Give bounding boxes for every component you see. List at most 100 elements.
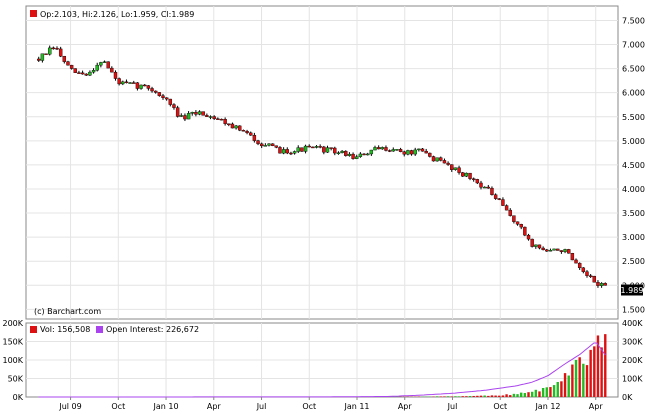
candle-body [132, 82, 136, 84]
open-interest-tick-label: 400K [622, 319, 643, 328]
candle-body [62, 55, 67, 62]
volume-bar [545, 387, 548, 397]
candle-body [88, 71, 92, 76]
candle-body [493, 194, 498, 199]
candle-body [581, 267, 586, 272]
x-axis: Jul 09 Oct Jan 10 Apr Jul Oct Jan 11 Apr Jul Oct J… [58, 397, 603, 411]
candle-body [523, 226, 527, 236]
volume-bar [534, 389, 538, 397]
volume-bar [494, 395, 497, 397]
candle-body [245, 131, 249, 134]
x-tick-label: Oct [302, 402, 316, 411]
x-tick-label: Jul 09 [58, 402, 81, 411]
candle-body [256, 140, 260, 145]
candle-body [340, 150, 344, 154]
volume-legend: Vol: 156,508 Open Interest: 226,672 [30, 325, 199, 334]
candle-body [249, 132, 253, 136]
candle-body [446, 162, 450, 165]
candle-body [355, 156, 359, 159]
candle-body [314, 146, 319, 148]
candle-body [450, 164, 454, 170]
x-tick-label: Apr [589, 402, 604, 411]
volume-bar [604, 334, 607, 397]
volume-bar [483, 395, 486, 397]
volume-panel: 200K 150K 100K 50K 0K 400K 300K 200K 100K 0K Vol… [2, 319, 643, 402]
volume-tick-label: 50K [8, 375, 24, 384]
candle-body [486, 186, 491, 189]
candle-body [219, 118, 224, 121]
price-panel: 7.500 7.000 6.500 6.000 5.500 5.000 4.500 4.000… [25, 5, 645, 320]
candle-body [230, 123, 235, 129]
volume-bar [454, 396, 457, 397]
candle-body [395, 149, 399, 151]
candle-body [391, 149, 395, 152]
open-interest-y-axis-right: 400K 300K 200K 100K 0K [622, 319, 643, 402]
volume-bar [541, 388, 545, 397]
volume-bar [472, 395, 475, 397]
ohlc-legend-text: Op:2.103, Hi:2.126, Lo:1.959, Cl:1.989 [40, 10, 194, 19]
candle-body [278, 147, 282, 154]
candle-body [475, 179, 480, 184]
candle-body [482, 186, 487, 189]
candle-body [567, 249, 571, 254]
open-interest-legend-text: Open Interest: 226,672 [106, 325, 199, 334]
candle-body [143, 84, 147, 87]
candle-body [186, 113, 191, 120]
candle-body [512, 215, 516, 222]
candle-body [110, 67, 114, 73]
candle-body [435, 157, 439, 162]
candle-body [179, 115, 183, 117]
candle-body [497, 198, 501, 200]
volume-bar [487, 395, 490, 397]
candle-body [336, 152, 341, 155]
copyright-text: (c) Barchart.com [34, 307, 101, 316]
candle-body [439, 157, 443, 161]
price-tick-label: 3.000 [622, 233, 645, 242]
price-tick-label: 6.500 [622, 65, 645, 74]
volume-bar [498, 395, 501, 397]
price-volume-chart: 7.500 7.000 6.500 6.000 5.500 5.000 4.500 4.000… [2, 5, 645, 411]
candle-body [471, 178, 476, 180]
candle-body [387, 150, 392, 152]
candle-body [259, 143, 264, 147]
candle-body [102, 61, 107, 63]
candle-body [205, 115, 209, 117]
volume-bar [516, 394, 519, 397]
candle-body [588, 275, 593, 277]
candle-body [373, 147, 377, 151]
candle-body [99, 62, 103, 66]
candle-body [380, 147, 385, 150]
price-tick-label: 6.000 [622, 89, 645, 98]
candle-body [183, 115, 187, 120]
candle-body [329, 147, 333, 149]
candle-body [530, 238, 534, 247]
candle-body [40, 53, 45, 61]
candle-body [95, 64, 99, 71]
volume-bar [578, 357, 581, 397]
candle-body [69, 64, 74, 69]
volume-bar [527, 392, 530, 397]
candle-body [431, 156, 436, 162]
volume-legend-text: Vol: 156,508 [40, 325, 90, 334]
candle-body [534, 244, 538, 247]
candle-body [274, 145, 279, 148]
volume-bar [476, 395, 479, 397]
candle-body [285, 149, 289, 154]
price-tick-label: 1.500 [622, 305, 645, 314]
volume-bar [505, 394, 508, 397]
x-tick-label: Apr [398, 402, 413, 411]
candle-body [413, 149, 417, 155]
candle-body [592, 275, 597, 283]
candle-body [406, 150, 410, 155]
candle-body [113, 71, 118, 79]
candle-body [208, 116, 213, 118]
volume-bar [552, 385, 556, 397]
candle-body [121, 81, 125, 85]
volume-bar [560, 381, 563, 397]
candle-body [347, 153, 352, 156]
candle-body [51, 47, 56, 50]
candle-body [84, 73, 88, 76]
candle-body [570, 253, 575, 261]
price-tick-label: 4.000 [622, 185, 645, 194]
volume-bar [556, 382, 559, 397]
